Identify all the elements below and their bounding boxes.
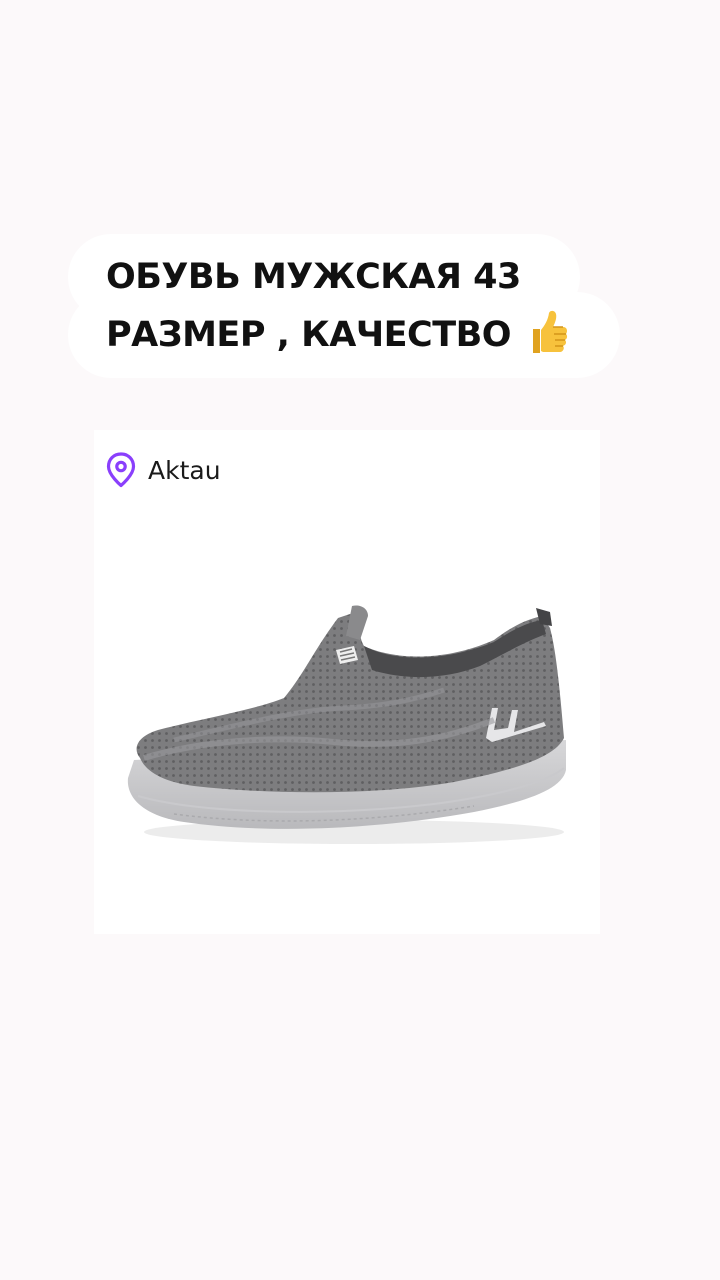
caption-line-2: РАЗМЕР , КАЧЕСТВО	[106, 315, 512, 355]
location: Aktau	[106, 452, 221, 488]
product-image[interactable]	[114, 590, 574, 860]
listing-card[interactable]: Aktau	[94, 430, 600, 934]
caption-line-1: ОБУВЬ МУЖСКАЯ 43	[106, 257, 521, 297]
location-pin-icon	[106, 452, 136, 488]
thumbs-up-icon	[523, 309, 569, 361]
caption-line-2-bubble: РАЗМЕР , КАЧЕСТВО	[68, 292, 620, 378]
location-label: Aktau	[148, 455, 221, 485]
